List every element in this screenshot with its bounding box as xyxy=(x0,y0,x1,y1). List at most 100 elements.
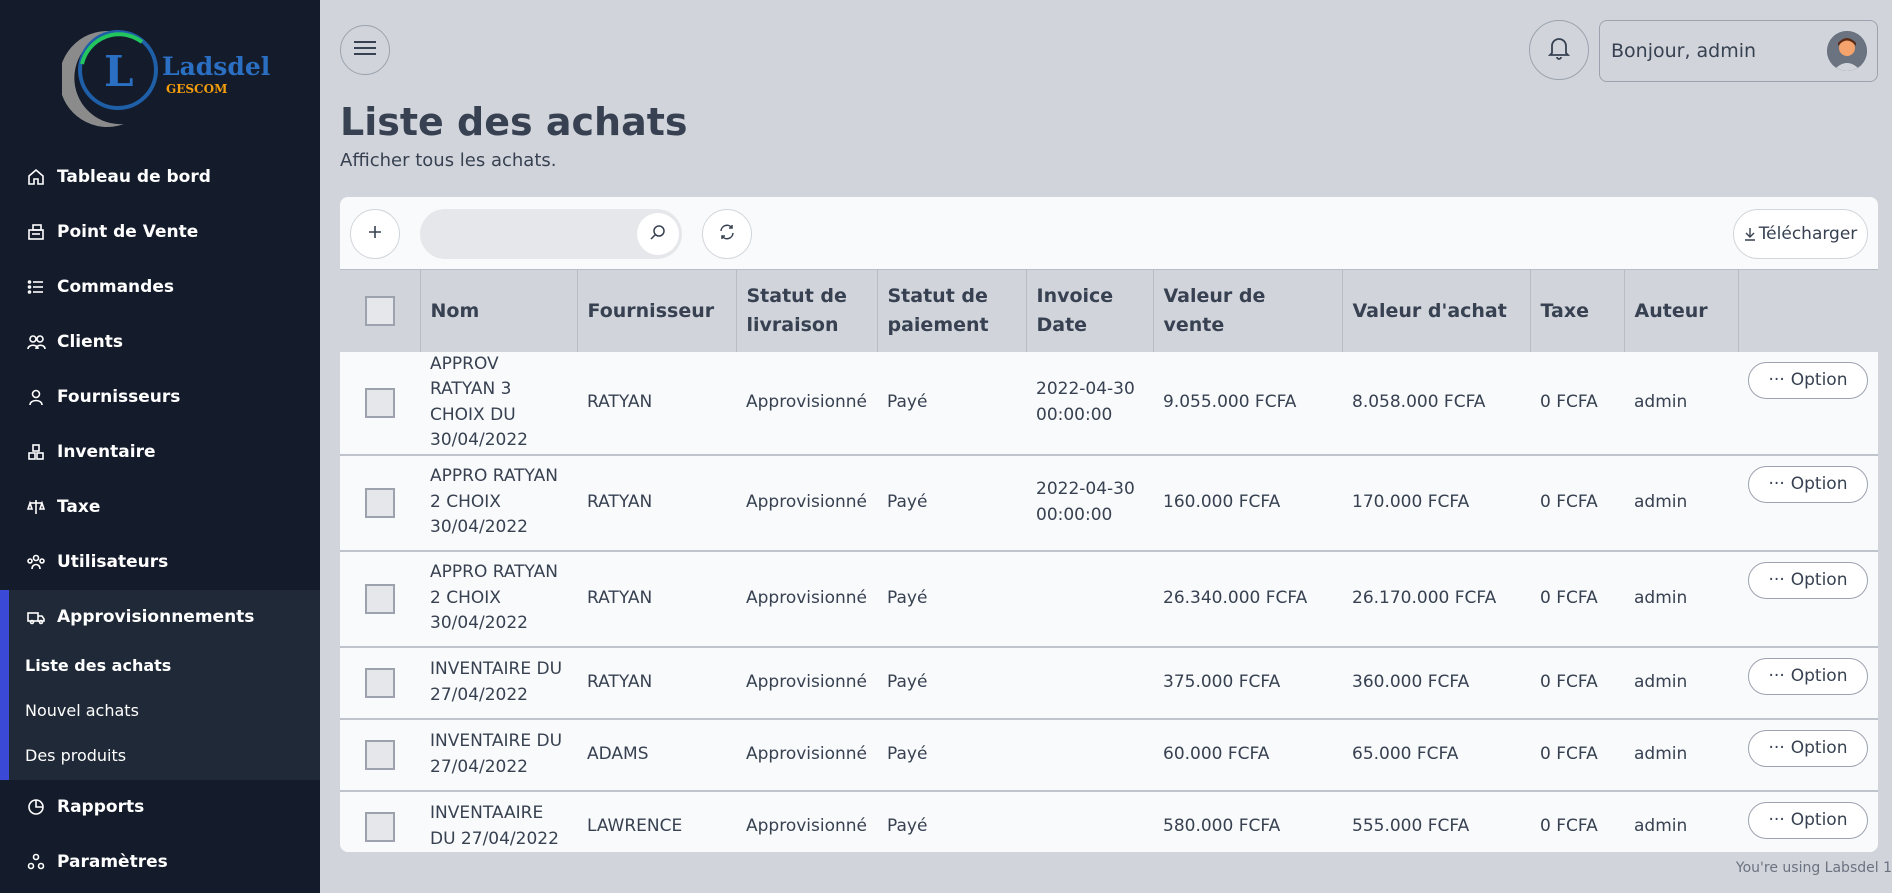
cell-fournisseur: RATYAN xyxy=(577,646,736,720)
user-menu[interactable]: Bonjour, admin xyxy=(1599,20,1878,82)
cell-achat: 65.000 FCFA xyxy=(1342,718,1530,792)
cell-auteur: admin xyxy=(1624,790,1738,852)
cell-auteur: admin xyxy=(1624,454,1738,552)
row-checkbox[interactable] xyxy=(365,667,395,698)
cell-date xyxy=(1026,790,1153,852)
sidebar: L Ladsdel GESCOM Tableau de bord Point d… xyxy=(0,0,320,893)
hamburger-icon xyxy=(354,40,376,60)
column-header-actions xyxy=(1738,269,1878,352)
refresh-button[interactable] xyxy=(702,209,752,259)
cell-paiement: Payé xyxy=(877,351,1026,456)
brand-logo[interactable]: L Ladsdel GESCOM xyxy=(59,24,272,130)
sidebar-item-fournisseurs[interactable]: Fournisseurs xyxy=(0,370,320,424)
option-button[interactable]: ··· Option xyxy=(1748,657,1868,695)
option-button[interactable]: ··· Option xyxy=(1748,361,1868,399)
table-row: APPRO RATYAN 2 CHOIX 30/04/2022 RATYAN A… xyxy=(340,550,1878,648)
cell-achat: 26.170.000 FCFA xyxy=(1342,550,1530,648)
option-button[interactable]: ··· Option xyxy=(1748,801,1868,839)
cell-nom: INVENTAIRE DU 27/04/2022 xyxy=(420,646,577,720)
sidebar-item-label: Utilisateurs xyxy=(57,552,169,572)
column-header[interactable]: Taxe xyxy=(1530,269,1625,352)
more-icon: ··· xyxy=(1768,570,1785,590)
users-icon xyxy=(26,332,46,352)
sidebar-item-approvisionnements[interactable]: Approvisionnements xyxy=(0,590,320,644)
header-select-all xyxy=(340,269,421,352)
cell-date xyxy=(1026,718,1153,792)
row-checkbox[interactable] xyxy=(365,387,395,418)
search-button[interactable] xyxy=(637,213,679,255)
notifications-button[interactable] xyxy=(1529,20,1589,80)
sidebar-item-point-de-vente[interactable]: Point de Vente xyxy=(0,205,320,259)
refresh-icon xyxy=(718,223,736,245)
sidebar-item-tableau-de-bord[interactable]: Tableau de bord xyxy=(0,150,320,204)
row-checkbox[interactable] xyxy=(365,583,395,614)
brand-subtitle: GESCOM xyxy=(166,82,228,96)
column-header[interactable]: Auteur xyxy=(1624,269,1739,352)
cell-achat: 170.000 FCFA xyxy=(1342,454,1530,552)
download-button[interactable]: Télécharger xyxy=(1733,209,1868,259)
row-checkbox[interactable] xyxy=(365,811,395,842)
option-button[interactable]: ··· Option xyxy=(1748,729,1868,767)
column-header[interactable]: Valeur de vente xyxy=(1153,269,1343,352)
cell-taxe: 0 FCFA xyxy=(1530,718,1624,792)
plus-icon xyxy=(367,224,383,244)
option-button[interactable]: ··· Option xyxy=(1748,465,1868,503)
sidebar-item-clients[interactable]: Clients xyxy=(0,315,320,369)
sidebar-item-utilisateurs[interactable]: Utilisateurs xyxy=(0,535,320,589)
column-header[interactable]: Nom xyxy=(420,269,578,352)
sidebar-item-label: Tableau de bord xyxy=(57,167,211,187)
sidebar-item-rapports[interactable]: Rapports xyxy=(0,780,320,834)
cell-vente: 375.000 FCFA xyxy=(1153,646,1342,720)
row-checkbox[interactable] xyxy=(365,739,395,770)
boxes-icon xyxy=(26,442,46,462)
cell-vente: 60.000 FCFA xyxy=(1153,718,1342,792)
search-input[interactable] xyxy=(432,219,632,249)
cell-taxe: 0 FCFA xyxy=(1530,454,1624,552)
cell-livraison: Approvisionné xyxy=(736,351,877,456)
page-subtitle: Afficher tous les achats. xyxy=(340,150,557,171)
cell-livraison: Approvisionné xyxy=(736,790,877,852)
download-label: Télécharger xyxy=(1758,224,1858,244)
cell-livraison: Approvisionné xyxy=(736,646,877,720)
option-label: Option xyxy=(1790,474,1848,494)
more-icon: ··· xyxy=(1768,738,1785,758)
add-button[interactable] xyxy=(350,209,400,259)
sidebar-item-taxe[interactable]: Taxe xyxy=(0,480,320,534)
row-checkbox[interactable] xyxy=(365,487,395,518)
cell-fournisseur: RATYAN xyxy=(577,351,736,456)
cell-taxe: 0 FCFA xyxy=(1530,790,1624,852)
list-icon xyxy=(26,277,46,297)
column-header[interactable]: Valeur d'achat xyxy=(1342,269,1531,352)
search-box xyxy=(420,209,682,259)
truck-icon xyxy=(26,607,46,627)
column-header[interactable]: Invoice Date xyxy=(1026,269,1154,352)
cell-nom: APPRO RATYAN 2 CHOIX 30/04/2022 xyxy=(420,454,577,552)
avatar xyxy=(1827,31,1867,71)
option-button[interactable]: ··· Option xyxy=(1748,561,1868,599)
option-label: Option xyxy=(1790,370,1848,390)
column-header[interactable]: Statut de livraison xyxy=(736,269,878,352)
more-icon: ··· xyxy=(1768,666,1785,686)
cell-achat: 8.058.000 FCFA xyxy=(1342,351,1530,456)
more-icon: ··· xyxy=(1768,474,1785,494)
user-greeting: Bonjour, admin xyxy=(1611,40,1757,62)
cell-auteur: admin xyxy=(1624,550,1738,648)
sidebar-subitem-liste-des-achats[interactable]: Liste des achats xyxy=(25,656,171,675)
sidebar-item-parametres[interactable]: Paramètres xyxy=(0,835,320,889)
table-row: INVENTAAIRE DU 27/04/2022 LAWRENCE Appro… xyxy=(340,790,1878,852)
cell-livraison: Approvisionné xyxy=(736,718,877,792)
column-header[interactable]: Statut de paiement xyxy=(877,269,1027,352)
cell-date: 2022-04-30 00:00:00 xyxy=(1026,454,1153,552)
sidebar-item-label: Point de Vente xyxy=(57,222,199,242)
cell-vente: 580.000 FCFA xyxy=(1153,790,1342,852)
sidebar-subitem-des-produits[interactable]: Des produits xyxy=(25,746,126,765)
sidebar-item-inventaire[interactable]: Inventaire xyxy=(0,425,320,479)
column-header[interactable]: Fournisseur xyxy=(577,269,737,352)
sidebar-item-commandes[interactable]: Commandes xyxy=(0,260,320,314)
download-icon xyxy=(1744,227,1756,241)
cell-taxe: 0 FCFA xyxy=(1530,351,1624,456)
sidebar-subitem-nouvel-achats[interactable]: Nouvel achats xyxy=(25,701,139,720)
hamburger-menu-button[interactable] xyxy=(340,25,390,75)
cell-fournisseur: RATYAN xyxy=(577,454,736,552)
select-all-checkbox[interactable] xyxy=(364,295,395,326)
